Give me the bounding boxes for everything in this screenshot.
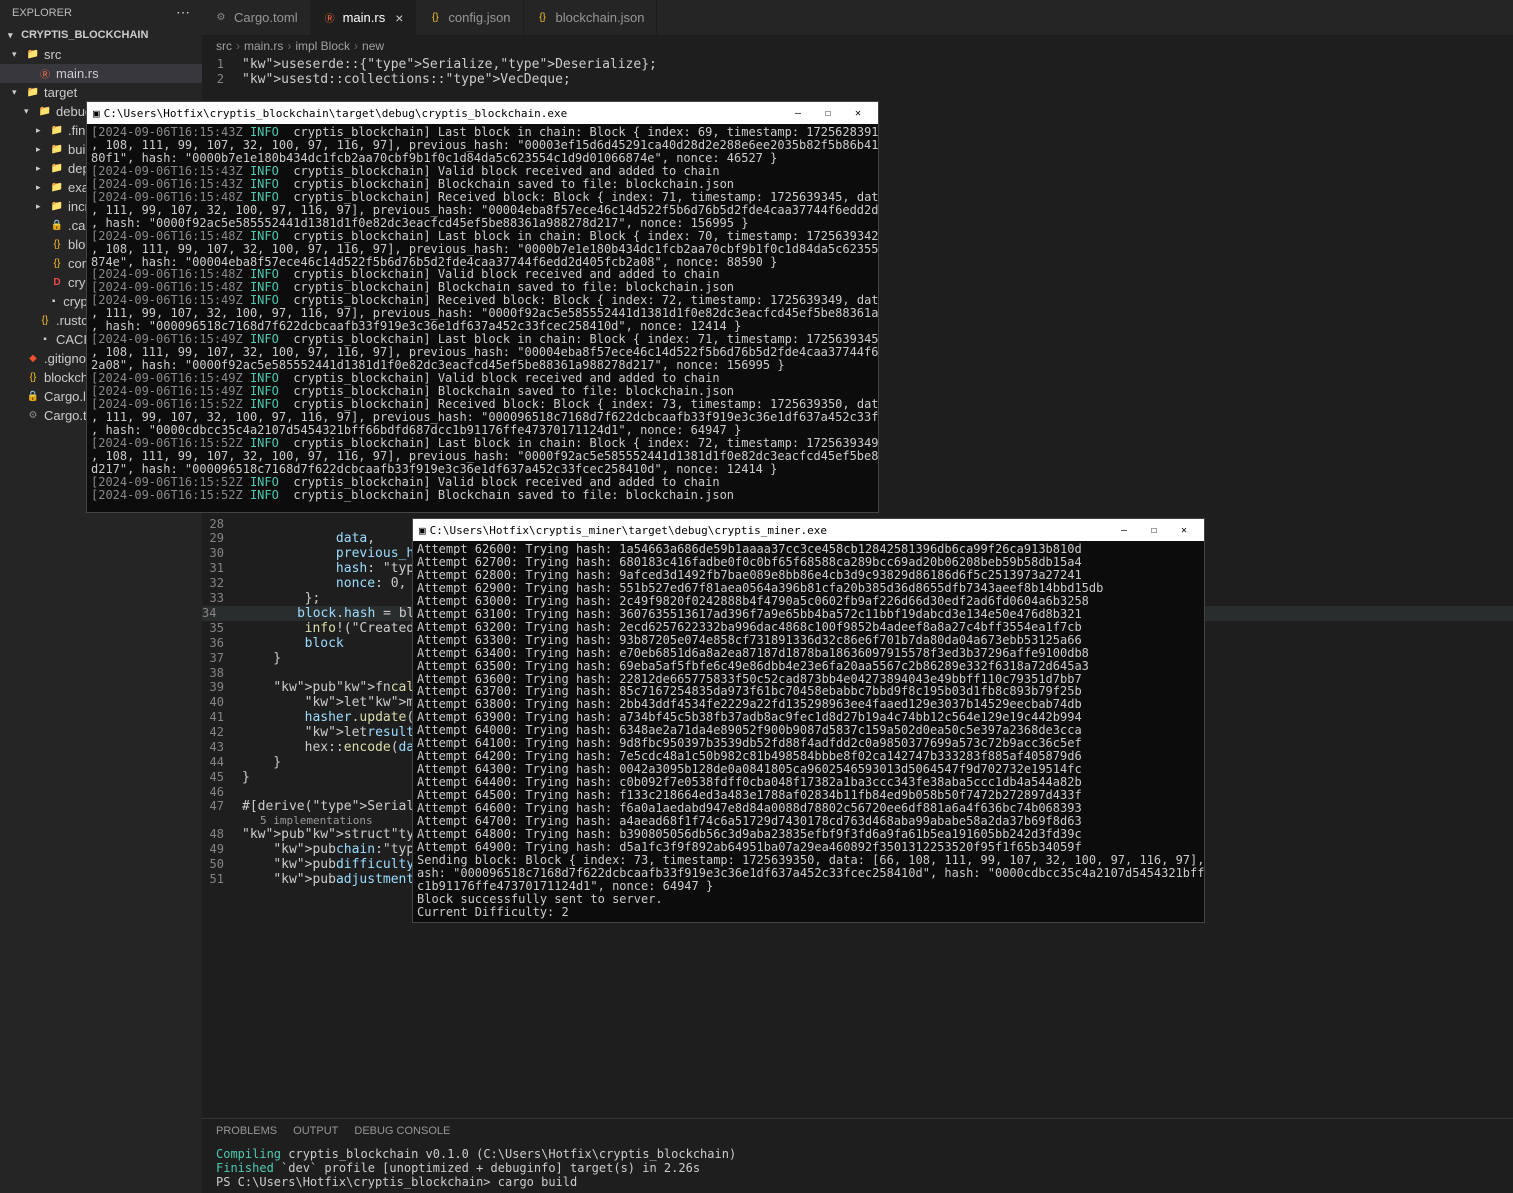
tab-main-rs[interactable]: Ⓡmain.rs× <box>311 0 417 35</box>
close-icon[interactable]: ✕ <box>844 104 872 122</box>
panel-tab-problems[interactable]: PROBLEMS <box>216 1125 277 1137</box>
tree-item-src[interactable]: ▾📁src <box>0 45 202 64</box>
explorer-more-icon[interactable]: ⋯ <box>176 4 190 21</box>
terminal-title: C:\Users\Hotfix\cryptis_blockchain\targe… <box>104 107 568 120</box>
breadcrumb-segment[interactable]: impl Block <box>295 39 350 53</box>
maximize-icon[interactable]: ☐ <box>1140 521 1168 539</box>
maximize-icon[interactable]: ☐ <box>814 104 842 122</box>
breadcrumb-segment[interactable]: main.rs <box>244 39 283 53</box>
tab-cargo-toml[interactable]: ⚙Cargo.toml <box>202 0 311 35</box>
tab-blockchain-json[interactable]: {}blockchain.json <box>524 0 658 35</box>
terminal-miner[interactable]: ▣ C:\Users\Hotfix\cryptis_miner\target\d… <box>412 518 1205 923</box>
panel-tab-debug console[interactable]: DEBUG CONSOLE <box>354 1125 450 1137</box>
terminal-icon: ▣ <box>93 107 100 120</box>
explorer-title: EXPLORER <box>12 7 72 19</box>
terminal-icon: ▣ <box>419 524 426 537</box>
panel-tab-output[interactable]: OUTPUT <box>293 1125 338 1137</box>
bottom-panel: PROBLEMS OUTPUT DEBUG CONSOLE Compiling cr… <box>202 1118 1513 1193</box>
minimize-icon[interactable]: — <box>784 104 812 122</box>
panel-tabs: PROBLEMS OUTPUT DEBUG CONSOLE <box>202 1119 1513 1143</box>
terminal-output[interactable]: Compiling cryptis_blockchain v0.1.0 (C:\… <box>202 1143 1513 1193</box>
tab-config-json[interactable]: {}config.json <box>416 0 523 35</box>
terminal-blockchain[interactable]: ▣ C:\Users\Hotfix\cryptis_blockchain\tar… <box>86 101 879 513</box>
project-name[interactable]: ▾ CRYPTIS_BLOCKCHAIN <box>0 25 202 45</box>
breadcrumb-segment[interactable]: src <box>216 39 232 53</box>
close-icon[interactable]: ✕ <box>1170 521 1198 539</box>
terminal-content[interactable]: Attempt 62600: Trying hash: 1a54663a686d… <box>413 541 1204 921</box>
minimize-icon[interactable]: — <box>1110 521 1138 539</box>
terminal-content[interactable]: [2024-09-06T16:15:43Z INFO cryptis_block… <box>87 124 878 504</box>
tab-close-icon[interactable]: × <box>395 10 403 26</box>
explorer-header: EXPLORER ⋯ <box>0 0 202 25</box>
terminal-titlebar[interactable]: ▣ C:\Users\Hotfix\cryptis_miner\target\d… <box>413 519 1204 541</box>
terminal-title: C:\Users\Hotfix\cryptis_miner\target\deb… <box>430 524 827 537</box>
editor-tabs: ⚙Cargo.tomlⓇmain.rs×{}config.json{}block… <box>202 0 1513 35</box>
tree-item-main-rs[interactable]: Ⓡmain.rs <box>0 64 202 83</box>
breadcrumb-segment[interactable]: new <box>362 39 384 53</box>
terminal-titlebar[interactable]: ▣ C:\Users\Hotfix\cryptis_blockchain\tar… <box>87 102 878 124</box>
breadcrumb[interactable]: src›main.rs›impl Block›new <box>202 35 1513 57</box>
tree-item-target[interactable]: ▾📁target <box>0 83 202 102</box>
